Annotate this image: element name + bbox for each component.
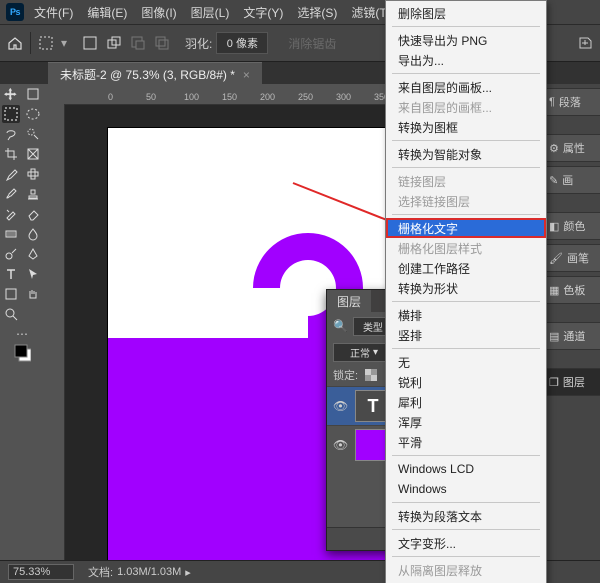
ctx-item[interactable]: 来自图层的画板... (386, 77, 546, 97)
eraser-tool[interactable] (24, 205, 42, 223)
move-tool[interactable] (2, 85, 20, 103)
pen-tool[interactable] (24, 245, 42, 263)
color-icon: ◧ (549, 220, 559, 233)
quick-select-tool[interactable] (24, 125, 42, 143)
panel-properties[interactable]: ⚙属性 (544, 134, 600, 162)
brush2-icon: 🖌 (549, 252, 563, 265)
share-icon[interactable] (576, 34, 594, 52)
panel-channel[interactable]: ▤通道 (544, 322, 600, 350)
artboard-tool[interactable] (24, 85, 42, 103)
ctx-item[interactable]: 平滑 (386, 432, 546, 452)
ctx-item: 选择链接图层 (386, 191, 546, 211)
ctx-item: 从隔离图层释放 (386, 560, 546, 580)
ellipse-marquee-tool[interactable] (24, 105, 42, 123)
ctx-item[interactable]: Windows (386, 479, 546, 499)
dodge-tool[interactable] (2, 245, 20, 263)
eyedropper-tool[interactable] (2, 165, 20, 183)
blur-tool[interactable] (24, 225, 42, 243)
app-logo: Ps (6, 3, 24, 21)
ctx-item[interactable]: 栅格化文字 (386, 218, 546, 238)
panel-color[interactable]: ◧颜色 (544, 212, 600, 240)
ruler-origin[interactable] (44, 84, 65, 105)
ctx-item[interactable]: 转换为段落文本 (386, 506, 546, 526)
home-icon[interactable] (6, 34, 24, 52)
layers-icon: ❐ (549, 376, 559, 389)
lock-transparency-icon[interactable] (362, 366, 380, 384)
ctx-item[interactable]: 转换为图框 (386, 117, 546, 137)
frame-tool[interactable] (24, 145, 42, 163)
brush-icon: ✎ (549, 174, 558, 187)
ctx-item[interactable]: 文字变形... (386, 533, 546, 553)
paragraph-icon: ¶ (549, 96, 555, 108)
lasso-tool[interactable] (2, 125, 20, 143)
intersect-selection-icon[interactable] (153, 34, 171, 52)
healing-tool[interactable] (24, 165, 42, 183)
panel-brush[interactable]: 🖌画笔 (544, 244, 600, 272)
ctx-item[interactable]: 删除图层 (386, 3, 546, 23)
swatch-icon: ▦ (549, 284, 559, 297)
new-selection-icon[interactable] (81, 34, 99, 52)
ctx-item[interactable]: 转换为智能对象 (386, 144, 546, 164)
document-tab[interactable]: 未标题-2 @ 75.3% (3, RGB/8#) * × (48, 62, 262, 87)
ctx-item[interactable]: 犀利 (386, 392, 546, 412)
panel-layer[interactable]: ❐图层 (544, 368, 600, 396)
marquee-icon (37, 34, 55, 52)
add-selection-icon[interactable] (105, 34, 123, 52)
menu-file[interactable]: 文件(F) (34, 4, 73, 21)
ctx-item[interactable]: 快速导出为 PNG (386, 30, 546, 50)
ctx-item[interactable]: 浑厚 (386, 412, 546, 432)
stamp-tool[interactable] (24, 185, 42, 203)
ctx-item[interactable]: 竖排 (386, 325, 546, 345)
feather-field: 羽化: (185, 32, 268, 54)
marquee-tool[interactable] (2, 105, 20, 123)
ctx-item[interactable]: Windows LCD (386, 459, 546, 479)
menu-image[interactable]: 图像(I) (141, 4, 176, 21)
menu-edit[interactable]: 编辑(E) (87, 4, 127, 21)
close-tab-icon[interactable]: × (243, 68, 250, 82)
color-swatches[interactable] (13, 341, 31, 367)
feather-input[interactable] (216, 32, 268, 54)
brush-tool[interactable] (2, 185, 20, 203)
context-menu: 删除图层快速导出为 PNG导出为...来自图层的画板...来自图层的画框...转… (385, 0, 547, 583)
visibility-icon[interactable]: 👁 (333, 399, 347, 413)
ruler-vertical[interactable] (44, 104, 65, 561)
ctx-item[interactable]: 横排 (386, 305, 546, 325)
menu-type[interactable]: 文字(Y) (243, 4, 283, 21)
doc-size[interactable]: 文档: 1.03M/1.03M ▸ (88, 564, 191, 580)
panel-swatch[interactable]: ▦色板 (544, 276, 600, 304)
shape-tool[interactable] (2, 285, 20, 303)
antialias-label: 消除锯齿 (288, 35, 336, 52)
ctx-item[interactable]: 创建工作路径 (386, 258, 546, 278)
menu-layer[interactable]: 图层(L) (191, 4, 230, 21)
ctx-item[interactable]: 转换为形状 (386, 278, 546, 298)
type-tool[interactable] (2, 265, 20, 283)
tool-preset[interactable]: ▾ (37, 34, 67, 52)
ctx-item[interactable]: 锐利 (386, 372, 546, 392)
search-icon[interactable]: 🔍 (333, 319, 348, 333)
ctx-item: 栅格化图层样式 (386, 238, 546, 258)
hand-tool[interactable] (24, 285, 42, 303)
panel-hua[interactable]: ✎画 (544, 166, 600, 194)
gradient-tool[interactable] (2, 225, 20, 243)
layers-tab[interactable]: 图层 (327, 290, 371, 312)
right-dock: ¶段落 ⚙属性 ✎画 ◧颜色 🖌画笔 ▦色板 ▤通道 ❐图层 (543, 84, 600, 561)
ctx-item[interactable]: 无 (386, 352, 546, 372)
sliders-icon: ⚙ (549, 142, 559, 155)
toolbox: ⋯ (0, 84, 45, 561)
path-select-tool[interactable] (24, 265, 42, 283)
menu-select[interactable]: 选择(S) (297, 4, 337, 21)
history-brush-tool[interactable] (2, 205, 20, 223)
zoom-tool[interactable] (2, 305, 20, 323)
app-root: Ps 文件(F) 编辑(E) 图像(I) 图层(L) 文字(Y) 选择(S) 滤… (0, 0, 600, 583)
ctx-item[interactable]: 导出为... (386, 50, 546, 70)
visibility-icon[interactable]: 👁 (333, 438, 347, 452)
crop-tool[interactable] (2, 145, 20, 163)
chevron-right-icon: ▸ (185, 566, 191, 579)
zoom-field[interactable]: 75.33% (8, 564, 74, 580)
panel-paragraph[interactable]: ¶段落 (544, 88, 600, 116)
channel-icon: ▤ (549, 330, 559, 343)
subtract-selection-icon[interactable] (129, 34, 147, 52)
ctx-item: 来自图层的画框... (386, 97, 546, 117)
ctx-item: 链接图层 (386, 171, 546, 191)
